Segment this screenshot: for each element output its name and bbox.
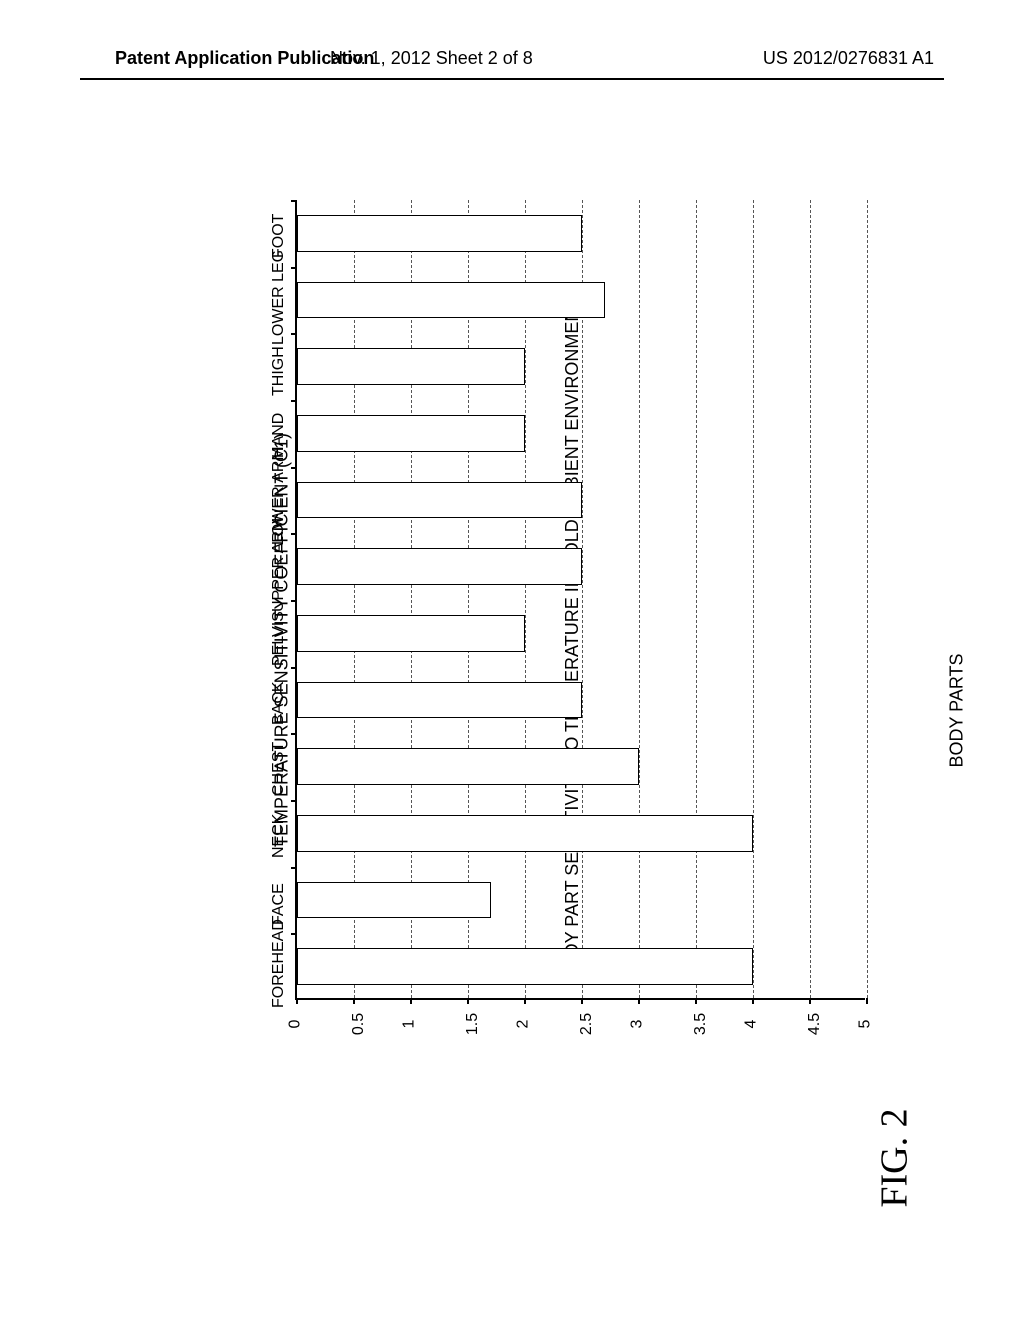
value-tick [695,998,697,1004]
value-tick-label: 1.5 [464,1013,482,1035]
category-label: FOREHEAD [270,919,288,1008]
category-tick [291,467,297,469]
category-tick [291,267,297,269]
bar [297,282,605,319]
category-label: PELVIS [270,611,288,666]
figure-label: FIG. 2 [872,1108,916,1207]
bar [297,948,753,985]
gridline [582,200,583,998]
bar [297,215,582,252]
value-tick-label: 1 [400,1020,418,1029]
figure-area: TEMPERATURE SENSITIVITY COEFFICIENT (C1)… [115,180,885,1100]
value-tick-label: 4.5 [806,1013,824,1035]
category-label: NECK [270,814,288,858]
gridline [753,200,754,998]
header-right: US 2012/0276831 A1 [763,48,934,69]
category-label: BACK [270,681,288,725]
gridline [468,200,469,998]
category-label: HAND [270,413,288,458]
value-tick-label: 5 [856,1020,874,1029]
category-label: FACE [270,883,288,925]
value-tick [638,998,640,1004]
category-tick [291,200,297,202]
value-tick [581,998,583,1004]
bar [297,615,525,652]
header-center: Nov. 1, 2012 Sheet 2 of 8 [330,48,533,69]
value-tick [752,998,754,1004]
bar [297,482,582,519]
value-tick-label: 3 [628,1020,646,1029]
bar [297,415,525,452]
value-tick [809,998,811,1004]
gridline [354,200,355,998]
category-label: LOWER LEG [270,250,288,345]
gridline [525,200,526,998]
bar [297,815,753,852]
gridline [867,200,868,998]
value-tick [866,998,868,1004]
value-tick-label: 2 [514,1020,532,1029]
category-tick [291,933,297,935]
bar [297,882,491,919]
value-tick [467,998,469,1004]
header-rule [80,78,944,80]
category-label: FOOT [270,214,288,258]
value-tick [410,998,412,1004]
value-tick-label: 0.5 [350,1013,368,1035]
value-tick-label: 4 [742,1020,760,1029]
x-axis-label: BODY PARTS [947,653,968,767]
category-tick [291,333,297,335]
category-tick [291,667,297,669]
plot-box: 00.511.522.533.544.55FOREHEADFACENECKCHE… [295,200,865,1000]
value-tick-label: 0 [286,1020,304,1029]
category-tick [291,600,297,602]
category-tick [291,400,297,402]
value-tick [353,998,355,1004]
value-tick-label: 3.5 [692,1013,710,1035]
category-tick [291,733,297,735]
value-tick [296,998,298,1004]
bar [297,548,582,585]
gridline [411,200,412,998]
gridline [810,200,811,998]
gridline [639,200,640,998]
bar [297,348,525,385]
bar [297,748,639,785]
category-tick [291,800,297,802]
category-label: THIGH [270,346,288,396]
category-tick [291,867,297,869]
value-tick [524,998,526,1004]
bar [297,682,582,719]
value-tick-label: 2.5 [578,1013,596,1035]
category-label: CHEST [270,741,288,795]
gridline [696,200,697,998]
page-header: Patent Application Publication Nov. 1, 2… [0,48,1024,69]
category-tick [291,533,297,535]
category-label: LOWER ARM [270,447,288,545]
